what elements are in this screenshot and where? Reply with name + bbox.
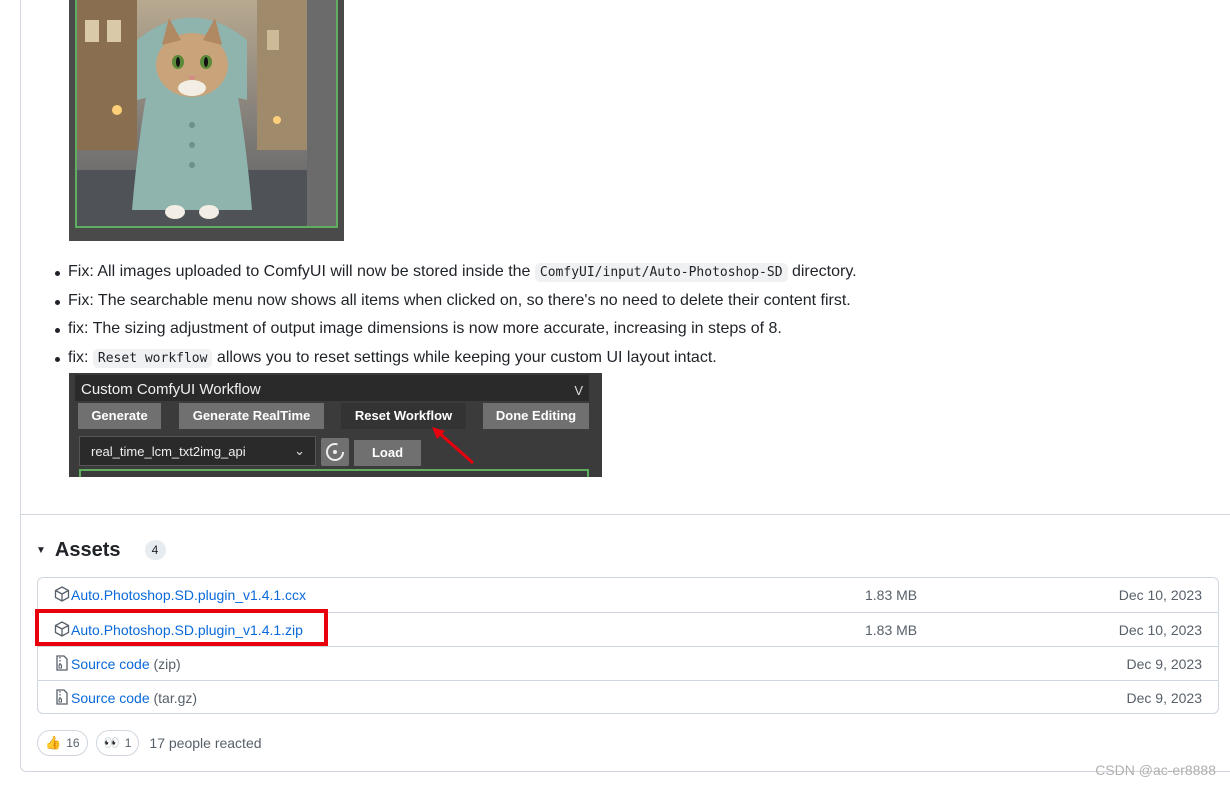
cat-illustration (77, 0, 307, 226)
asset-row: Source code (zip) Dec 9, 2023 (38, 646, 1218, 680)
comfy-workflow-screenshot: Custom ComfyUI Workflow V Generate Gener… (69, 373, 602, 477)
list-item: Fix: The searchable menu now shows all i… (52, 291, 1202, 320)
watermark: CSDN @ac-er8888 (1095, 762, 1216, 778)
asset-row: Auto.Photoshop.SD.plugin_v1.4.1.ccx 1.83… (38, 578, 1218, 612)
assets-summary[interactable]: ▼ Assets 4 (36, 537, 166, 563)
assets-count-badge: 4 (144, 540, 166, 560)
cat-image-border (75, 0, 338, 228)
reaction-count: 1 (124, 736, 132, 750)
inline-code: Reset workflow (92, 348, 213, 368)
bullet-text: allows you to reset settings while keepi… (212, 348, 717, 366)
bullet-text: directory. (787, 263, 857, 280)
file-zip-icon (56, 689, 68, 705)
list-item: fix: The sizing adjustment of output ima… (52, 319, 1202, 348)
cat-preview-image (69, 0, 344, 241)
reload-icon (321, 438, 349, 466)
comfy-green-frame (79, 469, 589, 477)
chevron-down-icon: V (574, 383, 583, 398)
asset-size: 1.83 MB (865, 622, 918, 638)
eyes-reaction-button[interactable]: 👀 1 (95, 730, 140, 756)
chevron-down-icon: ⌄ (294, 443, 305, 458)
asset-row: Source code (tar.gz) Dec 9, 2023 (38, 680, 1218, 714)
asset-date: Dec 10, 2023 (1118, 587, 1202, 603)
asset-date: Dec 9, 2023 (1126, 656, 1203, 672)
bullet-text: fix: The sizing adjustment of output ima… (68, 320, 782, 338)
bullet-text: Fix: All images uploaded to ComfyUI will… (68, 263, 535, 280)
asset-name[interactable]: Auto.Photoshop.SD.plugin_v1.4.1.ccx (71, 587, 306, 603)
asset-ext[interactable]: (tar.gz) (154, 690, 198, 706)
reactions-bar: 👍 16 👀 1 17 people reacted (37, 730, 262, 756)
comfy-title: Custom ComfyUI Workflow (81, 381, 261, 398)
bullet-text: Fix: The searchable menu now shows all i… (68, 291, 851, 309)
highlight-box-annotation (35, 609, 328, 646)
reactions-summary: 17 people reacted (149, 735, 262, 751)
assets-title: Assets (54, 538, 121, 561)
comfy-title-bar: Custom ComfyUI Workflow V (75, 375, 589, 401)
eyes-icon: 👀 (103, 735, 120, 750)
asset-name[interactable]: Source code (71, 690, 150, 706)
section-divider (20, 514, 1230, 515)
asset-link[interactable]: Source code (tar.gz) (71, 690, 197, 706)
file-zip-icon (56, 655, 68, 671)
list-item: Fix: All images uploaded to ComfyUI will… (52, 262, 1202, 291)
asset-link[interactable]: Source code (zip) (71, 656, 181, 672)
generate-realtime-button: Generate RealTime (179, 403, 324, 429)
generate-button: Generate (78, 403, 161, 429)
load-button: Load (354, 440, 421, 466)
bullet-text: fix: (68, 348, 93, 366)
red-arrow-annotation (432, 427, 474, 465)
asset-link[interactable]: Auto.Photoshop.SD.plugin_v1.4.1.ccx (71, 587, 306, 603)
thumbs-up-icon: 👍 (45, 735, 62, 750)
package-icon (54, 586, 70, 602)
workflow-select: real_time_lcm_txt2img_api ⌄ (79, 436, 316, 466)
release-notes-list: Fix: All images uploaded to ComfyUI will… (52, 262, 1202, 376)
workflow-select-value: real_time_lcm_txt2img_api (91, 444, 246, 459)
asset-date: Dec 10, 2023 (1118, 622, 1202, 638)
asset-size: 1.83 MB (865, 587, 918, 603)
asset-date: Dec 9, 2023 (1126, 690, 1203, 706)
thumbs-up-reaction-button[interactable]: 👍 16 (37, 730, 88, 756)
reaction-count: 16 (66, 736, 80, 750)
inline-code: ComfyUI/input/Auto-Photoshop-SD (534, 263, 788, 282)
asset-ext[interactable]: (zip) (154, 656, 181, 672)
asset-name[interactable]: Source code (71, 656, 150, 672)
triangle-down-icon[interactable]: ▼ (36, 545, 46, 556)
done-editing-button: Done Editing (483, 403, 589, 429)
